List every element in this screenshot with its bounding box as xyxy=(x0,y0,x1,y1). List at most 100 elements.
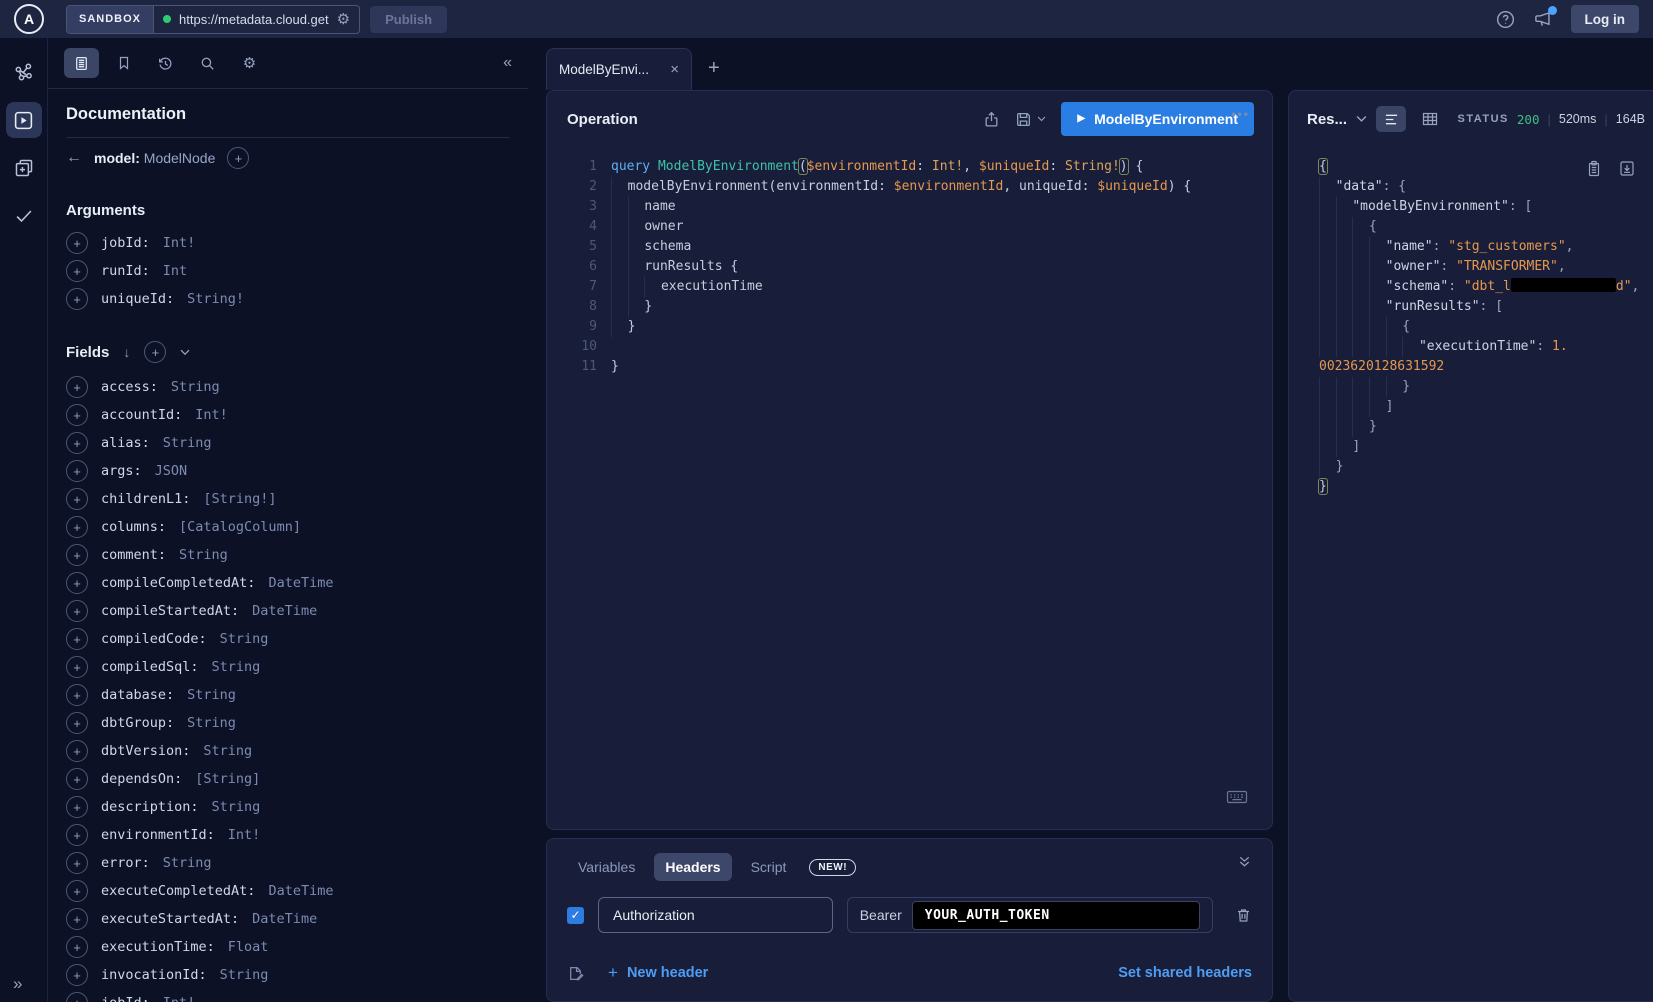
field-type-link[interactable]: DateTime xyxy=(252,603,317,619)
response-body[interactable]: { "data": { "modelByEnvironment": [ { "n… xyxy=(1289,147,1653,1001)
field-type-link[interactable]: Int! xyxy=(195,407,228,423)
field-name-link[interactable]: executeCompletedAt: xyxy=(101,883,255,899)
add-field-button[interactable]: + xyxy=(66,964,88,986)
add-field-button[interactable]: + xyxy=(66,600,88,622)
field-type-link[interactable]: String xyxy=(203,743,252,759)
env-variables-icon[interactable] xyxy=(567,965,584,982)
add-field-button[interactable]: + xyxy=(66,880,88,902)
operation-editor[interactable]: 1query ModelByEnvironment($environmentId… xyxy=(547,147,1272,829)
close-tab-icon[interactable]: × xyxy=(670,62,679,77)
save-operation-group[interactable] xyxy=(1015,111,1046,128)
field-name-link[interactable]: error: xyxy=(101,855,150,871)
field-name-link[interactable]: executeStartedAt: xyxy=(101,911,239,927)
table-view-toggle-icon[interactable] xyxy=(1415,106,1445,132)
response-panel-title[interactable]: Res... xyxy=(1307,111,1347,128)
field-name-link[interactable]: compiledCode: xyxy=(101,631,207,647)
add-all-fields-button[interactable]: + xyxy=(144,341,166,363)
field-type-link[interactable]: DateTime xyxy=(268,883,333,899)
field-type-link[interactable]: String xyxy=(187,715,236,731)
field-type-link[interactable]: Float xyxy=(228,939,269,955)
add-field-button[interactable]: + xyxy=(66,460,88,482)
field-name-link[interactable]: childrenL1: xyxy=(101,491,190,507)
operation-tab[interactable]: ModelByEnvi... × xyxy=(546,48,692,90)
login-button[interactable]: Log in xyxy=(1571,5,1640,33)
add-field-button[interactable]: + xyxy=(66,260,88,282)
set-shared-headers-button[interactable]: Set shared headers xyxy=(1118,965,1252,981)
field-name-link[interactable]: columns: xyxy=(101,519,166,535)
header-enabled-checkbox[interactable]: ✓ xyxy=(567,907,584,924)
add-field-button[interactable]: + xyxy=(66,516,88,538)
add-field-button[interactable]: + xyxy=(66,824,88,846)
field-type-link[interactable]: String xyxy=(179,547,228,563)
field-type-link[interactable]: Int! xyxy=(163,995,196,1002)
code-line[interactable]: 7 executionTime xyxy=(547,277,1272,297)
code-line[interactable]: 9 } xyxy=(547,317,1272,337)
field-name-link[interactable]: dependsOn: xyxy=(101,771,182,787)
field-name-link[interactable]: compileCompletedAt: xyxy=(101,575,255,591)
back-icon[interactable]: ← xyxy=(66,149,82,167)
field-type-link[interactable]: Int xyxy=(163,263,187,279)
field-name-link[interactable]: args: xyxy=(101,463,142,479)
field-name-link[interactable]: jobId: xyxy=(101,235,150,251)
sort-fields-icon[interactable]: ↓ xyxy=(123,344,130,360)
save-icon[interactable] xyxy=(1015,111,1032,128)
add-field-button[interactable]: + xyxy=(66,288,88,310)
add-field-button[interactable]: + xyxy=(66,796,88,818)
delete-header-icon[interactable] xyxy=(1235,907,1252,924)
add-type-button[interactable]: + xyxy=(227,147,249,169)
add-field-button[interactable]: + xyxy=(66,628,88,650)
field-name-link[interactable]: description: xyxy=(101,799,199,815)
history-icon[interactable] xyxy=(148,48,183,78)
auth-token-field[interactable]: YOUR_AUTH_TOKEN xyxy=(912,901,1200,930)
add-field-button[interactable]: + xyxy=(66,572,88,594)
field-name-link[interactable]: alias: xyxy=(101,435,150,451)
add-field-button[interactable]: + xyxy=(66,656,88,678)
tab-variables[interactable]: Variables xyxy=(567,853,646,881)
tab-headers[interactable]: Headers xyxy=(654,853,731,881)
code-line[interactable]: 3 name xyxy=(547,197,1272,217)
field-type-link[interactable]: Int! xyxy=(163,235,196,251)
field-type-link[interactable]: String xyxy=(212,659,261,675)
publish-button[interactable]: Publish xyxy=(370,6,447,33)
field-type-link[interactable]: [CatalogColumn] xyxy=(179,519,301,535)
explorer-settings-icon[interactable]: ⚙ xyxy=(232,48,267,78)
endpoint-url[interactable]: https://metadata.cloud.get xyxy=(179,12,329,27)
endpoint-url-group[interactable]: https://metadata.cloud.get ⚙ xyxy=(154,6,359,33)
field-name-link[interactable]: compileStartedAt: xyxy=(101,603,239,619)
field-name-link[interactable]: executionTime: xyxy=(101,939,215,955)
add-field-button[interactable]: + xyxy=(66,232,88,254)
field-name-link[interactable]: invocationId: xyxy=(101,967,207,983)
add-field-button[interactable]: + xyxy=(66,768,88,790)
field-type-link[interactable]: [String!] xyxy=(203,491,276,507)
code-line[interactable]: 11} xyxy=(547,357,1272,377)
search-icon[interactable] xyxy=(190,48,225,78)
code-line[interactable]: 1query ModelByEnvironment($environmentId… xyxy=(547,157,1272,177)
field-name-link[interactable]: database: xyxy=(101,687,174,703)
add-field-button[interactable]: + xyxy=(66,992,88,1002)
schema-graph-icon[interactable] xyxy=(6,54,42,90)
field-name-link[interactable]: accountId: xyxy=(101,407,182,423)
field-name-link[interactable]: jobId: xyxy=(101,995,150,1002)
run-operation-button[interactable]: ▶ ModelByEnvironment xyxy=(1061,102,1254,136)
add-field-button[interactable]: + xyxy=(66,852,88,874)
announcements-icon[interactable] xyxy=(1533,10,1553,29)
code-line[interactable]: 6 runResults { xyxy=(547,257,1272,277)
field-type-link[interactable]: DateTime xyxy=(268,575,333,591)
add-field-button[interactable]: + xyxy=(66,404,88,426)
code-line[interactable]: 2 modelByEnvironment(environmentId: $env… xyxy=(547,177,1272,197)
field-name-link[interactable]: dbtVersion: xyxy=(101,743,190,759)
field-type-link[interactable]: String xyxy=(163,435,212,451)
add-field-button[interactable]: + xyxy=(66,488,88,510)
field-type-link[interactable]: DateTime xyxy=(252,911,317,927)
field-name-link[interactable]: compiledSql: xyxy=(101,659,199,675)
field-type-link[interactable]: String xyxy=(220,631,269,647)
field-type-link[interactable]: String! xyxy=(187,291,244,307)
code-line[interactable]: 4 owner xyxy=(547,217,1272,237)
tab-script[interactable]: Script xyxy=(740,853,798,881)
code-line[interactable]: 10 xyxy=(547,337,1272,357)
checks-icon[interactable] xyxy=(6,198,42,234)
bookmarks-icon[interactable] xyxy=(106,48,141,78)
header-key-input[interactable]: Authorization xyxy=(598,897,833,933)
copy-response-icon[interactable] xyxy=(1586,160,1602,177)
add-field-button[interactable]: + xyxy=(66,432,88,454)
